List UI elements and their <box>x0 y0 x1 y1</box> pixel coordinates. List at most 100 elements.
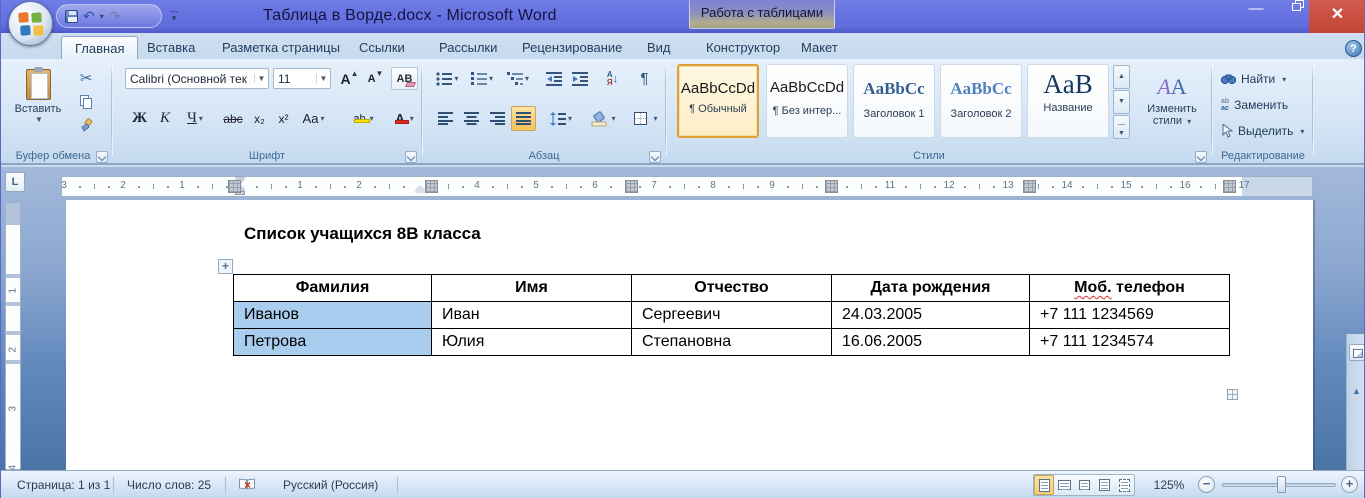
vertical-ruler[interactable]: 1234 <box>5 202 21 470</box>
tab-insert[interactable]: Вставка <box>134 36 208 59</box>
find-button[interactable]: Найти▾ <box>1221 69 1286 89</box>
change-styles-button[interactable]: AA Изменить стили ▾ <box>1137 64 1207 138</box>
table-cell[interactable]: 24.03.2005 <box>832 302 1030 329</box>
line-spacing-button[interactable]: ▾ <box>543 106 579 131</box>
table-cell[interactable]: +7 111 1234569 <box>1030 302 1230 329</box>
superscript-button[interactable]: x² <box>272 106 295 131</box>
ruler-toggle-button[interactable] <box>1349 344 1365 361</box>
redo-icon[interactable]: ↷ <box>109 9 121 23</box>
align-center-button[interactable] <box>459 106 484 131</box>
horizontal-ruler[interactable]: 3211245678911121314151617 <box>61 176 1313 197</box>
proofing-status-icon[interactable]: × <box>239 477 257 492</box>
align-left-button[interactable] <box>433 106 458 131</box>
table-column-marker[interactable] <box>825 180 838 193</box>
row-boundary-marker[interactable] <box>6 331 20 335</box>
table-cell-selected[interactable]: Петрова <box>234 329 432 356</box>
print-layout-view-icon[interactable] <box>1034 475 1054 495</box>
shading-button[interactable]: ▾ <box>585 106 622 131</box>
restore-button[interactable] <box>1275 0 1309 24</box>
table-cell[interactable]: 16.06.2005 <box>832 329 1030 356</box>
table-header-cell[interactable]: Моб. телефон <box>1030 275 1230 302</box>
table-header-cell[interactable]: Фамилия <box>234 275 432 302</box>
tab-mailings[interactable]: Рассылки <box>426 36 510 59</box>
clipboard-dialog-launcher[interactable] <box>96 151 108 163</box>
table-cell[interactable]: +7 111 1234574 <box>1030 329 1230 356</box>
bullets-button[interactable]: ▾ <box>431 67 464 90</box>
scroll-up-icon[interactable]: ▲ <box>1348 386 1365 396</box>
row-boundary-marker[interactable] <box>6 360 20 364</box>
right-indent-marker[interactable] <box>415 186 425 192</box>
table-cell[interactable]: Иван <box>432 302 632 329</box>
copy-button[interactable] <box>73 91 99 113</box>
style-title[interactable]: AaB Название <box>1027 64 1109 138</box>
document-page[interactable]: Список учащихся 8В класса + Фамилия Имя … <box>66 200 1313 470</box>
font-size-combobox[interactable]: 11 ▼ <box>273 68 331 89</box>
web-layout-view-icon[interactable] <box>1074 475 1094 495</box>
table-column-marker[interactable] <box>1223 180 1236 193</box>
undo-icon[interactable]: ↶ <box>83 9 95 23</box>
style-heading2[interactable]: AaBbCc Заголовок 2 <box>940 64 1022 138</box>
undo-dropdown-icon[interactable]: ▾ <box>100 12 104 21</box>
italic-button[interactable]: К <box>153 106 177 131</box>
tab-references[interactable]: Ссылки <box>346 36 418 59</box>
zoom-in-icon[interactable]: + <box>1341 476 1358 493</box>
font-dialog-launcher[interactable] <box>405 151 417 163</box>
save-icon[interactable] <box>65 10 78 23</box>
customize-qat-icon[interactable]: —▾ <box>166 8 182 24</box>
replace-button[interactable]: abac Заменить <box>1221 95 1288 115</box>
table-cell[interactable]: Сергеевич <box>632 302 832 329</box>
minimize-button[interactable]: — <box>1239 0 1273 24</box>
draft-view-icon[interactable] <box>1114 475 1134 495</box>
office-button[interactable] <box>8 1 53 46</box>
document-heading[interactable]: Список учащихся 8В класса <box>244 224 481 244</box>
select-button[interactable]: Выделить▾ <box>1221 121 1304 141</box>
table-header-cell[interactable]: Дата рождения <box>832 275 1030 302</box>
increase-indent-button[interactable] <box>567 67 592 90</box>
decrease-indent-button[interactable] <box>541 67 566 90</box>
justify-button[interactable] <box>511 106 536 131</box>
multilevel-list-button[interactable]: ▾ <box>500 67 536 90</box>
cut-button[interactable]: ✂ <box>73 67 99 89</box>
tab-stop-selector[interactable]: L <box>5 172 25 192</box>
change-case-button[interactable]: Aa ▾ <box>296 106 331 131</box>
show-marks-button[interactable]: ¶ <box>631 67 658 90</box>
style-normal[interactable]: AaBbCcDd ¶ Обычный <box>677 64 759 138</box>
table-cell[interactable]: Степановна <box>632 329 832 356</box>
tab-page-layout[interactable]: Разметка страницы <box>209 36 353 59</box>
format-painter-button[interactable] <box>73 115 99 137</box>
table-header-cell[interactable]: Имя <box>432 275 632 302</box>
clear-formatting-button[interactable]: АВ <box>391 67 418 90</box>
shrink-font-button[interactable]: А▼ <box>363 67 388 90</box>
style-heading1[interactable]: AaBbCc Заголовок 1 <box>853 64 935 138</box>
zoom-slider-thumb[interactable] <box>1277 476 1286 493</box>
style-no-spacing[interactable]: AaBbCcDd ¶ Без интер... <box>766 64 848 138</box>
strikethrough-button[interactable]: abc <box>219 106 247 131</box>
grow-font-button[interactable]: А▲ <box>337 67 362 90</box>
zoom-level[interactable]: 125% <box>1147 478 1191 492</box>
paste-button[interactable]: Вставить ▼ <box>11 66 65 142</box>
table-column-marker[interactable] <box>228 180 241 193</box>
row-boundary-marker[interactable] <box>6 302 20 306</box>
table-cell[interactable]: Юлия <box>432 329 632 356</box>
row-boundary-marker[interactable] <box>6 274 20 278</box>
page-indicator[interactable]: Страница: 1 из 1 <box>17 478 110 492</box>
paragraph-dialog-launcher[interactable] <box>649 151 661 163</box>
zoom-out-icon[interactable]: − <box>1198 476 1215 493</box>
tab-table-layout[interactable]: Макет <box>788 36 851 59</box>
underline-button[interactable]: Ч ▾ <box>178 106 212 131</box>
styles-more-icon[interactable]: —▼ <box>1113 115 1130 139</box>
styles-scroll-up-icon[interactable]: ▲ <box>1113 65 1130 89</box>
tab-view[interactable]: Вид <box>634 36 684 59</box>
font-name-combobox[interactable]: Calibri (Основной тек ▼ <box>125 68 269 89</box>
styles-scroll-down-icon[interactable]: ▼ <box>1113 90 1130 114</box>
align-right-button[interactable] <box>485 106 510 131</box>
subscript-button[interactable]: x₂ <box>248 106 271 131</box>
table-column-marker[interactable] <box>425 180 438 193</box>
borders-button[interactable]: ▾ <box>625 106 662 131</box>
font-color-button[interactable]: А ▾ <box>385 106 421 131</box>
table-header-cell[interactable]: Отчество <box>632 275 832 302</box>
text-highlight-button[interactable]: ab ▾ <box>343 106 382 131</box>
word-count[interactable]: Число слов: 25 <box>127 478 211 492</box>
outline-view-icon[interactable] <box>1094 475 1114 495</box>
tab-home[interactable]: Главная <box>61 36 138 59</box>
